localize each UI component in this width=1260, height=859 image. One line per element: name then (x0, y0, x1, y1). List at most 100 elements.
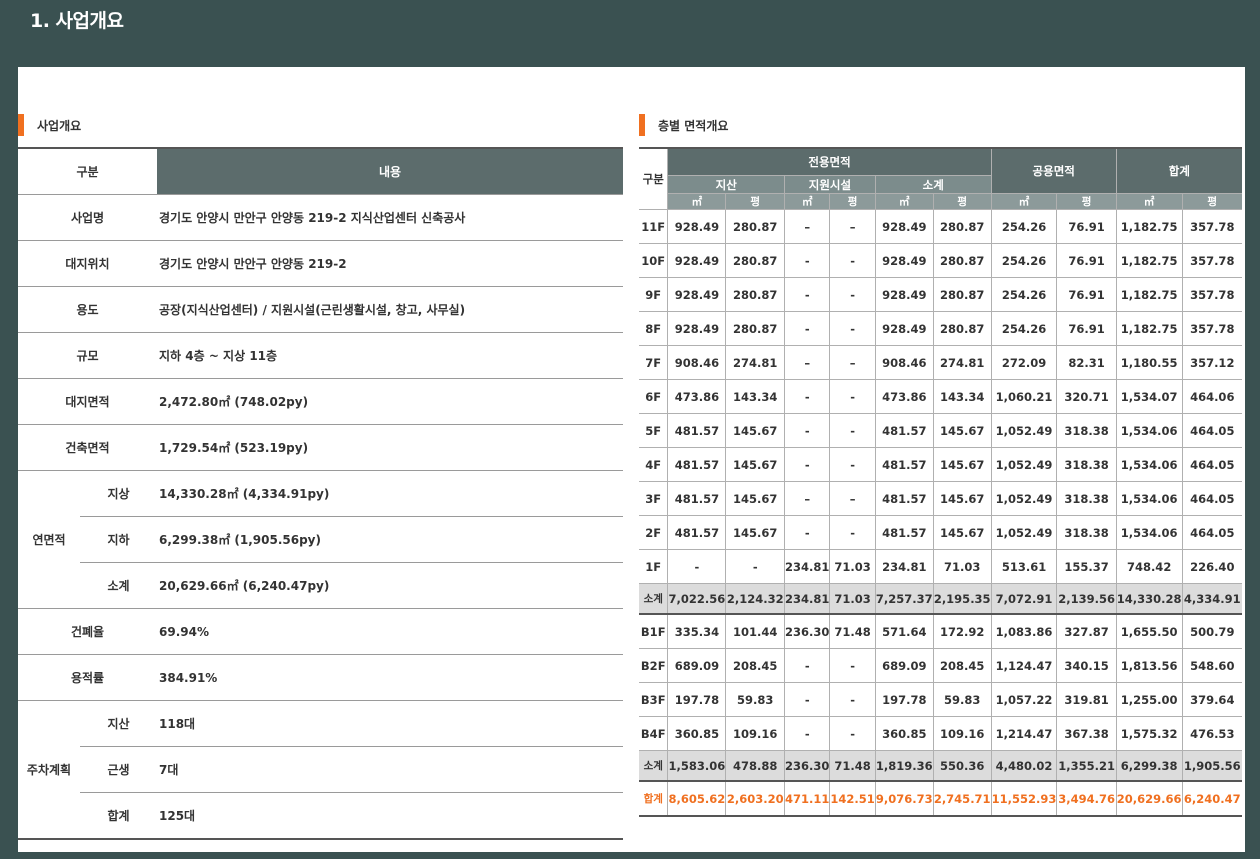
area-cell: 20,629.66 (1115, 780, 1183, 817)
area-cell: 481.57 (667, 413, 727, 448)
area-cell: - (829, 682, 876, 717)
area-cell: 1,052.49 (990, 413, 1058, 448)
unit-m2: ㎡ (667, 193, 727, 210)
header-row-units: ㎡ 평 ㎡ 평 ㎡ 평 ㎡ 평 ㎡ 평 (639, 193, 1242, 210)
row-value: 공장(지식산업센터) / 지원시설(근린생활시설, 창고, 사무실) (157, 286, 623, 333)
table-row: 8F 928.49 280.87- -928.49 280.87 254.26 76.91 1… (639, 311, 1242, 346)
area-cell: 11,552.93 (990, 780, 1058, 817)
area-cell: 908.46 (667, 345, 727, 380)
header-category: 구분 (18, 148, 157, 195)
area-cell: 82.31 (1056, 345, 1117, 380)
area-cell: 234.81 (874, 549, 934, 584)
area-cell: 1,182.75 (1115, 209, 1183, 244)
table-row: 대지면적 2,472.80㎡ (748.02py) (18, 378, 623, 425)
unit-py: 평 (1056, 193, 1117, 210)
area-cell: 6,299.38 (1115, 750, 1183, 782)
area-cell: 71.48 (829, 613, 876, 649)
area-cell: 471.11 (784, 780, 831, 817)
area-cell: 357.78 (1181, 311, 1242, 346)
area-cell: - (829, 515, 876, 550)
area-cell: – (784, 209, 831, 244)
parking-label: 주차계획 (18, 700, 80, 840)
table-row: 용도 공장(지식산업센터) / 지원시설(근린생활시설, 창고, 사무실) (18, 286, 623, 333)
header-common: 공용면적 (990, 147, 1117, 194)
area-cell: 464.06 (1181, 379, 1242, 414)
area-cell: 481.57 (874, 413, 934, 448)
row-value: 1,729.54㎡ (523.19py) (157, 424, 623, 471)
page-title: 1. 사업개요 (30, 10, 124, 32)
area-cell: 1,575.32 (1115, 716, 1183, 751)
area-cell: 689.09 (874, 648, 934, 683)
table-row: 용적률 384.91% (18, 654, 623, 701)
area-cell: 145.67 (932, 515, 992, 550)
unit-m2: ㎡ (874, 193, 934, 210)
area-cell: 464.05 (1181, 481, 1242, 516)
table-row: 10F 928.49 280.87- -928.49 280.87 254.26 76.91… (639, 243, 1242, 278)
area-cell: 101.44 (725, 613, 786, 649)
area-cell: 145.67 (932, 481, 992, 516)
area-cell: 1,534.06 (1115, 447, 1183, 482)
area-cell: 481.57 (874, 447, 934, 482)
floor-label: 소계 (639, 583, 669, 615)
area-cell: 481.57 (667, 447, 727, 482)
area-cell: 1,182.75 (1115, 243, 1183, 278)
area-cell: 481.57 (667, 515, 727, 550)
floor-label: B2F (639, 648, 669, 683)
row-value: 125대 (159, 809, 196, 823)
area-cell: 1,057.22 (990, 682, 1058, 717)
area-cell: 272.09 (990, 345, 1058, 380)
area-cell: 1,534.06 (1115, 413, 1183, 448)
area-cell: 6,240.47 (1181, 780, 1242, 817)
area-cell: 500.79 (1181, 613, 1242, 649)
area-cell: 2,139.56 (1056, 583, 1117, 615)
floor-label: 6F (639, 379, 669, 414)
area-cell: 236.30 (784, 750, 831, 782)
area-cell: - (829, 243, 876, 278)
area-cell: 689.09 (667, 648, 727, 683)
area-cell: - (725, 549, 786, 584)
area-cell: 109.16 (725, 716, 786, 751)
left-section-title: 사업개요 (37, 118, 82, 133)
area-cell: 320.71 (1056, 379, 1117, 414)
area-cell: 59.83 (932, 682, 992, 717)
area-cell: 357.12 (1181, 345, 1242, 380)
floor-label: 9F (639, 277, 669, 312)
area-cell: 142.51 (829, 780, 876, 817)
area-cell: 1,052.49 (990, 481, 1058, 516)
area-cell: 928.49 (874, 311, 934, 346)
area-cell: - (829, 648, 876, 683)
section-marker (639, 114, 645, 136)
sub-label: 합계 (107, 809, 130, 823)
table-row: B2F 689.09 208.45- -689.09 208.45 1,124.47 340… (639, 648, 1242, 683)
area-cell: 1,214.47 (990, 716, 1058, 751)
area-cell: 145.67 (725, 481, 786, 516)
sub-label: 소계 (80, 562, 157, 609)
floor-label: 5F (639, 413, 669, 448)
area-cell: - (829, 716, 876, 751)
floor-label: 3F (639, 481, 669, 516)
area-cell: 280.87 (725, 311, 786, 346)
area-cell: 3,494.76 (1056, 780, 1117, 817)
row-label: 용적률 (18, 654, 157, 701)
area-cell: 76.91 (1056, 243, 1117, 278)
area-cell: 143.34 (725, 379, 786, 414)
area-cell: 2,603.20 (725, 780, 786, 817)
floor-label: B3F (639, 682, 669, 717)
gross-area-label: 연면적 (18, 470, 80, 609)
area-cell: 2,745.71 (932, 780, 992, 817)
area-cell: 197.78 (667, 682, 727, 717)
area-cell: 319.81 (1056, 682, 1117, 717)
area-cell: 1,583.06 (667, 750, 727, 782)
area-cell: 280.87 (932, 209, 992, 244)
area-cell: 928.49 (874, 277, 934, 312)
area-cell: 274.81 (932, 345, 992, 380)
area-cell: - (784, 682, 831, 717)
area-cell: 234.81 (784, 549, 831, 584)
area-cell: 155.37 (1056, 549, 1117, 584)
area-cell: 1,060.21 (990, 379, 1058, 414)
area-cell: 1,180.55 (1115, 345, 1183, 380)
row-value: 경기도 안양시 만안구 안양동 219-2 지식산업센터 신축공사 (157, 194, 623, 241)
area-cell: - (829, 413, 876, 448)
area-cell: – (829, 481, 876, 516)
area-cell: 254.26 (990, 209, 1058, 244)
